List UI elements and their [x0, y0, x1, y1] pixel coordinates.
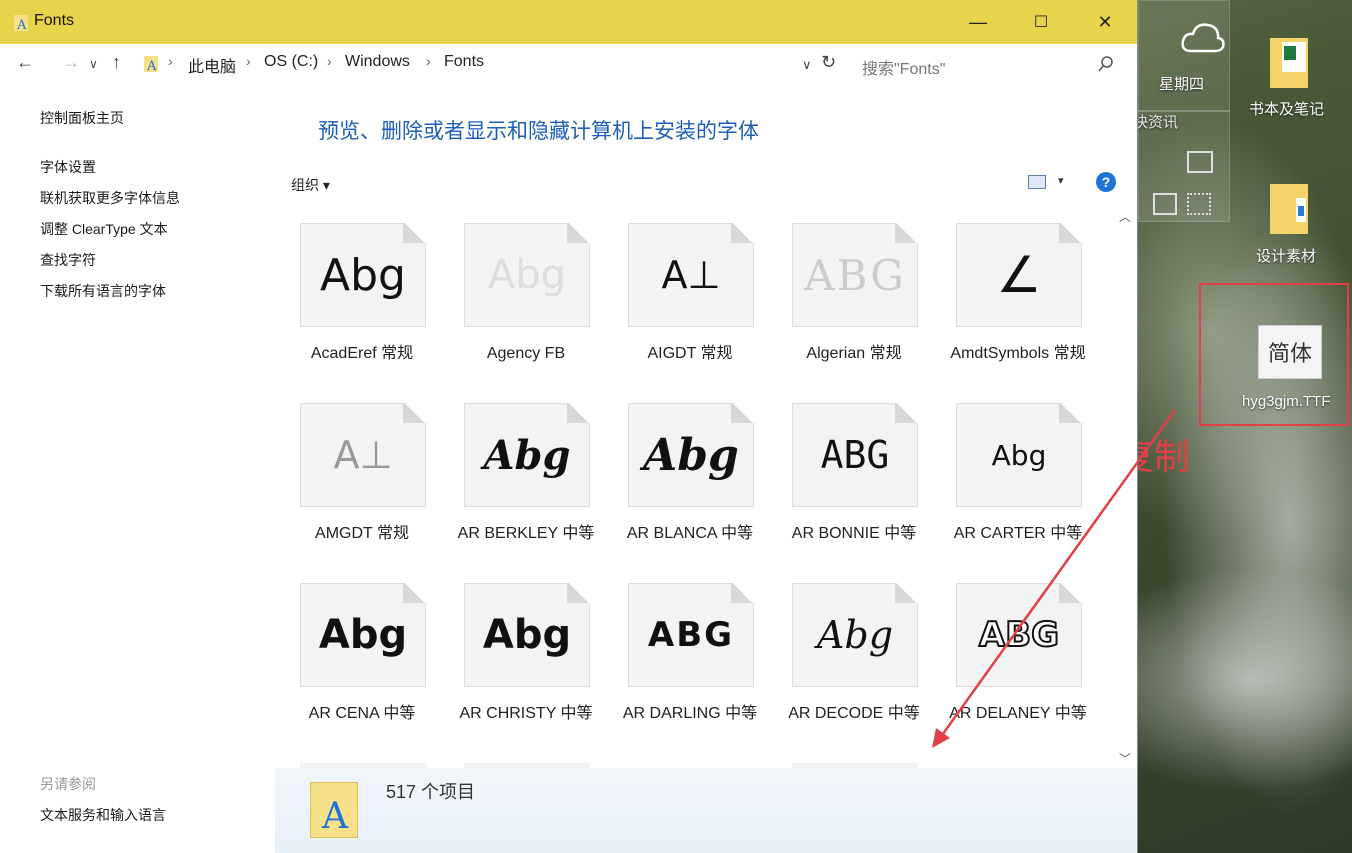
font-settings-link[interactable]: 字体设置 [40, 157, 96, 177]
search-input[interactable]: 搜索"Fonts" [862, 55, 945, 79]
desktop-item-label: hyg3gjm.TTF [1242, 393, 1331, 410]
desktop-item-label: 书本及笔记 [1249, 101, 1325, 118]
font-name: AR DECODE 中等 [788, 705, 920, 722]
font-name: AR BERKLEY 中等 [457, 525, 595, 542]
up-arrow-icon[interactable]: ↑ [112, 52, 121, 73]
font-sample: Abg [643, 429, 739, 481]
font-name: AR CHRISTY 中等 [459, 705, 593, 722]
search-icon[interactable] [1098, 56, 1114, 72]
weather-tile[interactable]: 星期四 [1138, 0, 1230, 112]
font-name: AcadEref 常规 [310, 345, 414, 362]
download-fonts-link[interactable]: 下载所有语言的字体 [40, 281, 166, 301]
font-sample: Abg [318, 612, 408, 658]
font-name: AR BONNIE 中等 [791, 525, 917, 542]
font-sample: Abg [483, 431, 571, 479]
breadcrumb-fonts[interactable]: Fonts [444, 53, 484, 71]
font-name: AR CARTER 中等 [953, 525, 1083, 542]
font-sample: A⊥ [661, 253, 721, 297]
font-name: Algerian 常规 [806, 345, 902, 362]
share-icon [1153, 193, 1177, 215]
font-sample: ∠ [996, 246, 1042, 304]
font-sample: Abg [320, 249, 406, 301]
chevron-right-icon: › [426, 53, 431, 69]
item-count: 517 个项目 [386, 782, 476, 802]
organize-menu-button[interactable]: 组织 ▾ [291, 175, 330, 195]
fonts-window: A Fonts — ☐ ✕ ← → ∨ ↑ A › 此电脑 › OS (C:) … [0, 0, 1138, 853]
view-mode-icon[interactable] [1028, 175, 1046, 189]
font-name: AR DELANEY 中等 [949, 705, 1087, 722]
location-folder-icon: A [144, 56, 158, 72]
svg-text:A: A [146, 59, 157, 72]
font-file-icon: 简体 [1258, 325, 1322, 379]
details-font-letter: A [322, 796, 348, 837]
font-name: Agency FB [486, 345, 566, 362]
cloud-icon [1181, 23, 1225, 53]
font-sample: ABG [804, 250, 906, 300]
desktop-item-label: 设计素材 [1256, 248, 1317, 265]
font-sample: ABG [978, 614, 1060, 656]
image-icon [1187, 151, 1213, 173]
close-button[interactable]: ✕ [1091, 8, 1119, 36]
font-sample: Abg [816, 613, 894, 657]
font-sample: ABG [820, 433, 890, 477]
window-title: Fonts [34, 12, 75, 29]
online-font-info-link[interactable]: 联机获取更多字体信息 [40, 188, 180, 208]
qr-icon [1187, 193, 1211, 215]
font-sample: Abg [991, 438, 1047, 472]
font-name: AR DARLING 中等 [622, 705, 758, 722]
font-folder-icon: A [14, 15, 28, 31]
font-name: AMGDT 常规 [315, 525, 409, 542]
back-arrow-icon[interactable]: ← [16, 52, 34, 73]
breadcrumb-windows[interactable]: Windows [345, 53, 410, 71]
control-panel-home-link[interactable]: 控制面板主页 [40, 108, 124, 128]
breadcrumb-this-pc[interactable]: 此电脑 [188, 53, 236, 77]
minimize-button[interactable]: — [964, 8, 992, 36]
chevron-right-icon: › [246, 53, 251, 69]
text-services-link[interactable]: 文本服务和输入语言 [40, 805, 166, 825]
font-name: AIGDT 常规 [647, 345, 733, 362]
excel-folder-icon [1270, 38, 1308, 88]
font-name: AmdtSymbols 常规 [950, 345, 1086, 362]
page-title: 预览、删除或者显示和隐藏计算机上安装的字体 [318, 120, 759, 143]
help-icon[interactable]: ? [1096, 172, 1116, 192]
refresh-icon[interactable]: ↻ [821, 52, 836, 73]
maximize-button[interactable]: ☐ [1027, 8, 1055, 36]
cleartype-link[interactable]: 调整 ClearType 文本 [40, 219, 168, 239]
scroll-down-icon[interactable]: ﹀ [1119, 750, 1131, 767]
font-name: AR CENA 中等 [308, 705, 416, 722]
folder-icon [1270, 184, 1308, 234]
find-character-link[interactable]: 查找字符 [40, 250, 96, 270]
weekday-label: 星期四 [1159, 76, 1205, 93]
font-sample: ABG [647, 615, 735, 655]
see-also-heading: 另请参阅 [40, 776, 96, 792]
chevron-right-icon: › [327, 53, 332, 69]
scroll-up-icon[interactable]: ︿ [1119, 208, 1131, 225]
font-name: AR BLANCA 中等 [626, 525, 754, 542]
address-dropdown-icon[interactable]: ∨ [802, 57, 812, 73]
news-label: 快资讯 [1133, 114, 1179, 131]
breadcrumb-os-c[interactable]: OS (C:) [264, 53, 318, 71]
font-sample: Abg [482, 612, 572, 658]
svg-text:A: A [16, 18, 27, 31]
news-tile[interactable]: 快资讯 [1133, 110, 1230, 222]
title-bar[interactable]: A Fonts — ☐ ✕ [0, 0, 1137, 44]
chevron-right-icon: › [168, 53, 173, 69]
view-dropdown-icon[interactable]: ▾ [1058, 174, 1064, 187]
font-sample: A⊥ [333, 433, 393, 477]
recent-chevron-icon[interactable]: ∨ [89, 57, 98, 71]
forward-arrow-icon[interactable]: → [62, 52, 80, 73]
font-sample: Abg [487, 252, 567, 298]
